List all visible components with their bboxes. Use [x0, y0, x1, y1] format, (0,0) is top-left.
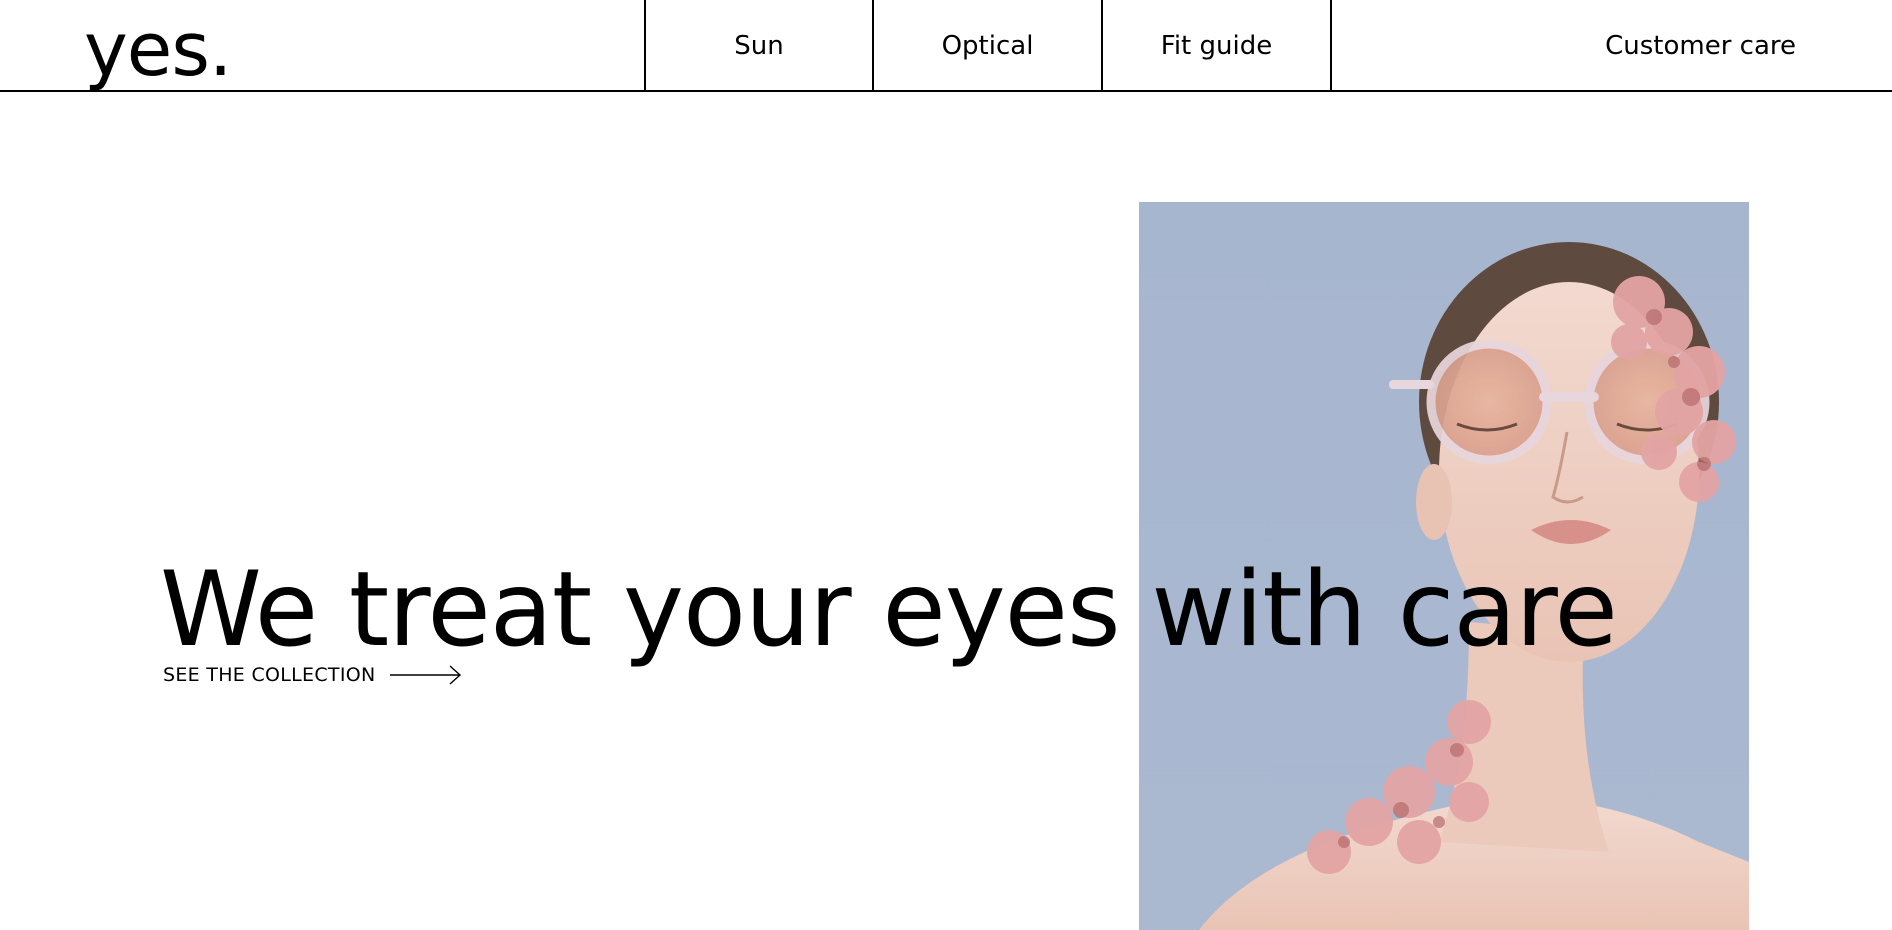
site-header: yes. Sun Optical Fit guide Customer care: [0, 0, 1892, 93]
see-collection-link[interactable]: SEE THE COLLECTION: [163, 664, 462, 686]
customer-care-link[interactable]: Customer care: [1605, 0, 1796, 92]
main-nav: Sun Optical Fit guide: [644, 0, 1332, 92]
page: yes. Sun Optical Fit guide Customer care: [0, 0, 1892, 930]
long-right-arrow-icon: [389, 665, 461, 685]
nav-item-fit-guide[interactable]: Fit guide: [1103, 0, 1332, 92]
cta-label: SEE THE COLLECTION: [163, 664, 376, 686]
nav-item-sun[interactable]: Sun: [646, 0, 874, 92]
nav-item-optical[interactable]: Optical: [874, 0, 1103, 92]
brand-logo[interactable]: yes.: [84, 4, 232, 96]
hero-title: We treat your eyes with care: [160, 550, 1618, 670]
